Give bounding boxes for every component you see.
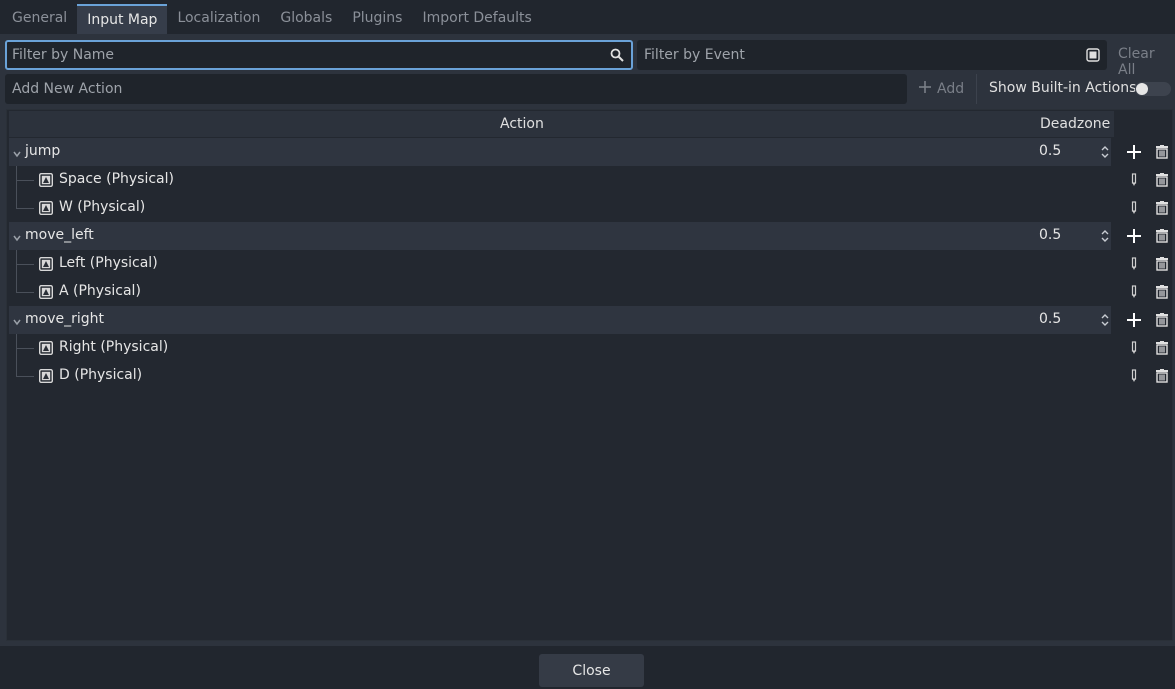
tab-globals[interactable]: Globals [270,2,342,34]
remove-event-icon[interactable] [1154,340,1170,356]
remove-action-icon[interactable] [1154,228,1170,244]
tree-line [16,348,34,349]
tree-line [16,208,34,209]
add-event-icon[interactable] [1126,144,1142,160]
remove-event-icon[interactable] [1154,368,1170,384]
tree-line [16,180,34,181]
add-event-icon[interactable] [1126,312,1142,328]
add-action-label: Add [937,81,965,97]
filter-by-name-input[interactable]: Filter by Name [5,40,633,70]
chevron-down-icon[interactable] [12,147,22,158]
add-event-icon[interactable] [1126,228,1142,244]
tab-localization[interactable]: Localization [167,2,270,34]
chevron-down-icon[interactable] [12,315,22,326]
tree-line [16,292,34,293]
filter-by-event-placeholder: Filter by Event [644,47,745,63]
keyboard-key-icon [38,340,54,356]
event-row[interactable]: Right (Physical) [9,334,1170,362]
tab-plugins[interactable]: Plugins [342,2,412,34]
event-row[interactable]: D (Physical) [9,362,1170,390]
tree-line [16,376,34,377]
remove-event-icon[interactable] [1154,200,1170,216]
input-map-panel: Filter by Name Filter by Event Clear All… [0,34,1175,646]
tree-header: Action Deadzone [9,111,1114,137]
action-row-bg [9,222,1111,250]
close-label: Close [572,662,611,679]
remove-event-icon[interactable] [1154,256,1170,272]
clear-all-label: Clear All [1118,46,1155,78]
remove-action-icon[interactable] [1154,312,1170,328]
keyboard-key-icon [38,368,54,384]
event-row[interactable]: W (Physical) [9,194,1170,222]
toolbar-separator [976,74,977,104]
tab-input-map[interactable]: Input Map [77,4,168,34]
clear-all-button[interactable]: Clear All [1118,46,1175,78]
add-action-button[interactable]: Add [918,80,964,98]
deadzone-spinner-icon[interactable] [1100,229,1110,243]
tab-import-defaults[interactable]: Import Defaults [412,2,541,34]
action-row[interactable]: move_right 0.5 [9,306,1170,334]
deadzone-value[interactable]: 0.5 [1039,143,1061,159]
event-name: Left (Physical) [59,255,158,271]
event-row[interactable]: Left (Physical) [9,250,1170,278]
tree-line [16,278,17,292]
close-button[interactable]: Close [539,654,644,687]
action-name: move_right [25,311,104,327]
tab-general[interactable]: General [2,2,77,34]
add-new-action-placeholder: Add New Action [12,81,123,97]
keyboard-listen-icon[interactable] [1085,47,1101,63]
event-name: W (Physical) [59,199,146,215]
settings-tab-bar: General Input Map Localization Globals P… [0,0,1175,36]
tree-line [16,264,34,265]
action-row-bg [9,138,1111,166]
deadzone-spinner-icon[interactable] [1100,145,1110,159]
event-name: D (Physical) [59,367,143,383]
edit-event-icon[interactable] [1126,256,1142,272]
event-row[interactable]: Space (Physical) [9,166,1170,194]
remove-event-icon[interactable] [1154,172,1170,188]
deadzone-spinner-icon[interactable] [1100,313,1110,327]
tree-line [16,362,17,376]
deadzone-value[interactable]: 0.5 [1039,227,1061,243]
remove-event-icon[interactable] [1154,284,1170,300]
show-builtin-actions-label: Show Built-in Actions [989,80,1136,96]
action-name: move_left [25,227,94,243]
search-icon [609,47,625,63]
deadzone-value[interactable]: 0.5 [1039,311,1061,327]
event-name: Right (Physical) [59,339,169,355]
event-name: Space (Physical) [59,171,174,187]
column-header-deadzone: Deadzone [1040,116,1111,132]
edit-event-icon[interactable] [1126,284,1142,300]
edit-event-icon[interactable] [1126,172,1142,188]
action-row[interactable]: jump 0.5 [9,138,1170,166]
keyboard-key-icon [38,284,54,300]
filter-by-name-placeholder: Filter by Name [12,47,115,63]
remove-action-icon[interactable] [1154,144,1170,160]
event-name: A (Physical) [59,283,141,299]
plus-icon [918,80,932,98]
action-row[interactable]: move_left 0.5 [9,222,1170,250]
toggle-knob [1136,83,1148,95]
chevron-down-icon[interactable] [12,231,22,242]
tree-line [16,194,17,208]
show-builtin-text: Show Built-in Actions [989,80,1137,96]
filter-by-event-input[interactable]: Filter by Event [637,40,1107,70]
add-new-action-input[interactable]: Add New Action [5,74,907,104]
keyboard-key-icon [38,200,54,216]
edit-event-icon[interactable] [1126,340,1142,356]
edit-event-icon[interactable] [1126,368,1142,384]
keyboard-key-icon [38,256,54,272]
column-header-action: Action [500,116,544,132]
keyboard-key-icon [38,172,54,188]
show-builtin-actions-toggle[interactable] [1135,82,1171,96]
event-row[interactable]: A (Physical) [9,278,1170,306]
action-name: jump [25,143,61,159]
action-row-bg [9,306,1111,334]
action-tree: Action Deadzone jump 0.5 Space (Physical) W… [6,109,1173,641]
edit-event-icon[interactable] [1126,200,1142,216]
